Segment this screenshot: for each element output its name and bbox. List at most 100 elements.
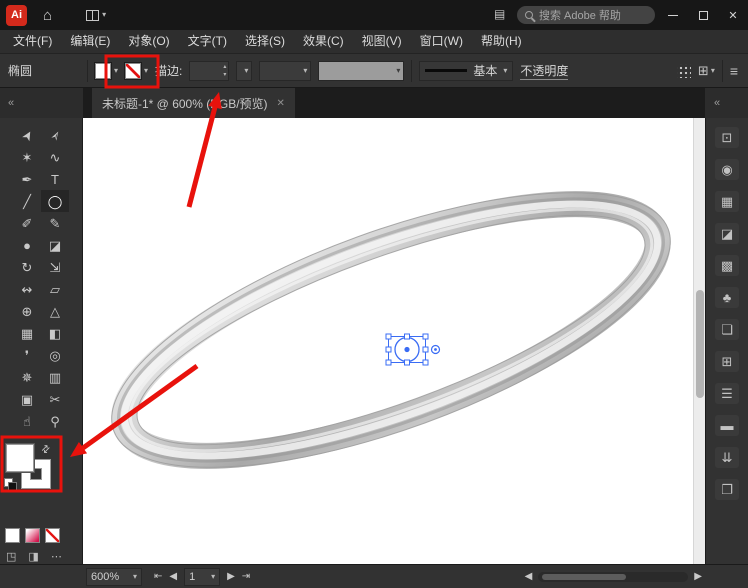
horizontal-scrollbar[interactable]: ◀ ▶ bbox=[525, 571, 702, 582]
menu-object[interactable]: 对象(O) bbox=[119, 30, 178, 54]
color-button[interactable] bbox=[5, 528, 20, 543]
artboard-number-dropdown[interactable]: 1 ▾ bbox=[184, 568, 220, 586]
menu-help[interactable]: 帮助(H) bbox=[472, 30, 531, 54]
direct-selection-tool[interactable]: ➣ bbox=[41, 124, 69, 146]
horizontal-scrollbar-thumb[interactable] bbox=[542, 574, 626, 580]
column-graph-tool[interactable]: ▥ bbox=[41, 366, 69, 388]
libraries-panel-icon[interactable]: ❐ bbox=[715, 479, 739, 500]
menu-view[interactable]: 视图(V) bbox=[353, 30, 411, 54]
symbol-sprayer-tool[interactable]: ✵ bbox=[13, 366, 41, 388]
horizontal-scrollbar-track[interactable] bbox=[538, 572, 688, 582]
screen-mode-icon[interactable]: ◨ bbox=[28, 550, 38, 563]
mesh-tool[interactable]: ▦ bbox=[13, 322, 41, 344]
next-artboard-button[interactable]: ▶ bbox=[227, 571, 235, 582]
menu-effect[interactable]: 效果(C) bbox=[294, 30, 353, 54]
slice-tool[interactable]: ✂ bbox=[41, 388, 69, 410]
symbols-panel-icon[interactable]: ♣ bbox=[715, 287, 739, 308]
gradient-tool[interactable]: ◧ bbox=[41, 322, 69, 344]
none-button[interactable] bbox=[45, 528, 60, 543]
maximize-button[interactable] bbox=[688, 0, 718, 30]
hand-tool[interactable]: ☝ bbox=[13, 410, 41, 432]
gradient-panel-icon[interactable]: ◪ bbox=[715, 223, 739, 244]
workspace-switcher[interactable]: ⊞ ▾ bbox=[698, 63, 715, 79]
panel-menu-icon[interactable]: ≡ bbox=[730, 63, 738, 79]
scroll-right-icon[interactable]: ▶ bbox=[694, 571, 702, 582]
document-canvas[interactable] bbox=[83, 118, 693, 564]
transform-panel-icon[interactable]: ⊡ bbox=[715, 127, 739, 148]
home-icon[interactable]: ⌂ bbox=[43, 8, 52, 23]
lasso-tool[interactable]: ∿ bbox=[41, 146, 69, 168]
menu-select[interactable]: 选择(S) bbox=[236, 30, 294, 54]
tab-close-icon[interactable]: ✕ bbox=[277, 98, 285, 109]
document-icon[interactable]: ▤ bbox=[494, 8, 505, 20]
help-search-field[interactable]: 搜索 Adobe 帮助 bbox=[517, 6, 655, 24]
previous-artboard-button[interactable]: ◀ bbox=[169, 571, 177, 582]
type-tool[interactable]: T bbox=[41, 168, 69, 190]
ellipse-tool[interactable]: ◯ bbox=[41, 190, 69, 212]
close-button[interactable]: ✕ bbox=[718, 0, 748, 30]
color-panel-icon[interactable]: ◉ bbox=[715, 159, 739, 180]
stroke-weight-dropdown[interactable]: ▾ bbox=[236, 61, 252, 81]
default-fill-stroke-icon[interactable] bbox=[4, 478, 16, 490]
touch-workspace-icon[interactable] bbox=[677, 64, 691, 78]
swap-fill-stroke-icon[interactable]: ⇄ bbox=[42, 444, 50, 455]
scale-tool[interactable]: ⇲ bbox=[41, 256, 69, 278]
minimize-button[interactable] bbox=[658, 0, 688, 30]
selection-tool[interactable]: ➤ bbox=[13, 124, 41, 146]
toolbar-collapse-button[interactable]: « bbox=[0, 88, 83, 118]
first-artboard-button[interactable]: ⇤ bbox=[154, 571, 162, 582]
stroke-style-dropdown[interactable]: 基本 ▾ bbox=[419, 61, 513, 81]
free-transform-tool[interactable]: ▱ bbox=[41, 278, 69, 300]
toolbar-overflow-icon[interactable]: ⋯ bbox=[51, 550, 62, 563]
last-artboard-button[interactable]: ⇥ bbox=[242, 571, 250, 582]
brush-definition-dropdown[interactable]: ▾ bbox=[259, 61, 311, 81]
stroke-weight-input[interactable]: ▴ ▾ bbox=[189, 61, 229, 81]
arrange-documents-button[interactable]: ▾ bbox=[86, 10, 106, 21]
pen-tool[interactable]: ✒ bbox=[13, 168, 41, 190]
scroll-left-icon[interactable]: ◀ bbox=[525, 571, 533, 582]
transparency-panel-icon[interactable]: ▩ bbox=[715, 255, 739, 276]
export-panel-icon[interactable]: ⇊ bbox=[715, 447, 739, 468]
artboard-tool[interactable]: ▣ bbox=[13, 388, 41, 410]
rotate-tool[interactable]: ↻ bbox=[13, 256, 41, 278]
dock-collapse-button[interactable]: « bbox=[705, 88, 748, 118]
fill-color-dropdown[interactable]: ▾ bbox=[95, 63, 118, 79]
menu-type[interactable]: 文字(T) bbox=[179, 30, 236, 54]
vertical-scrollbar[interactable] bbox=[693, 118, 705, 564]
fill-swatch[interactable] bbox=[6, 444, 34, 472]
metal-ring[interactable] bbox=[83, 136, 693, 524]
blob-brush-tool[interactable]: ● bbox=[13, 234, 41, 256]
stroke-color-dropdown[interactable]: ▾ bbox=[125, 63, 148, 79]
zoom-level-dropdown[interactable]: 600% ▾ bbox=[86, 568, 142, 586]
shape-builder-tool[interactable]: ⊕ bbox=[13, 300, 41, 322]
draw-mode-icon[interactable]: ◳ bbox=[6, 550, 16, 563]
paintbrush-tool[interactable]: ✐ bbox=[13, 212, 41, 234]
appearance-panel-icon[interactable]: ☰ bbox=[715, 383, 739, 404]
pencil-tool[interactable]: ✎ bbox=[41, 212, 69, 234]
app-icon[interactable]: Ai bbox=[6, 5, 27, 26]
eraser-tool[interactable]: ◪ bbox=[41, 234, 69, 256]
layers-panel-icon[interactable]: ❏ bbox=[715, 319, 739, 340]
selection-group[interactable] bbox=[386, 334, 440, 365]
width-profile-dropdown[interactable]: ▾ bbox=[318, 61, 404, 81]
fill-color-swatch[interactable] bbox=[95, 63, 111, 79]
menu-window[interactable]: 窗口(W) bbox=[411, 30, 472, 54]
menu-file[interactable]: 文件(F) bbox=[4, 30, 61, 54]
blend-tool[interactable]: ◎ bbox=[41, 344, 69, 366]
magic-wand-tool[interactable]: ✶ bbox=[13, 146, 41, 168]
perspective-grid-tool[interactable]: △ bbox=[41, 300, 69, 322]
opacity-link[interactable]: 不透明度 bbox=[520, 62, 568, 80]
line-segment-tool[interactable]: ╱ bbox=[13, 190, 41, 212]
document-tab[interactable]: 未标题-1* @ 600% (RGB/预览) ✕ bbox=[92, 88, 295, 118]
stepper-down-icon[interactable]: ▾ bbox=[223, 71, 226, 79]
menu-edit[interactable]: 编辑(E) bbox=[61, 30, 119, 54]
gradient-button[interactable] bbox=[25, 528, 40, 543]
stepper-arrows[interactable]: ▴ ▾ bbox=[223, 63, 226, 79]
selection-center-point[interactable] bbox=[404, 347, 409, 352]
artboards-panel-icon[interactable]: ⊞ bbox=[715, 351, 739, 372]
zoom-tool[interactable]: ⚲ bbox=[41, 410, 69, 432]
stepper-up-icon[interactable]: ▴ bbox=[223, 63, 226, 71]
eyedropper-tool[interactable]: ❜ bbox=[13, 344, 41, 366]
vertical-scrollbar-thumb[interactable] bbox=[696, 290, 704, 398]
width-tool[interactable]: ↭ bbox=[13, 278, 41, 300]
